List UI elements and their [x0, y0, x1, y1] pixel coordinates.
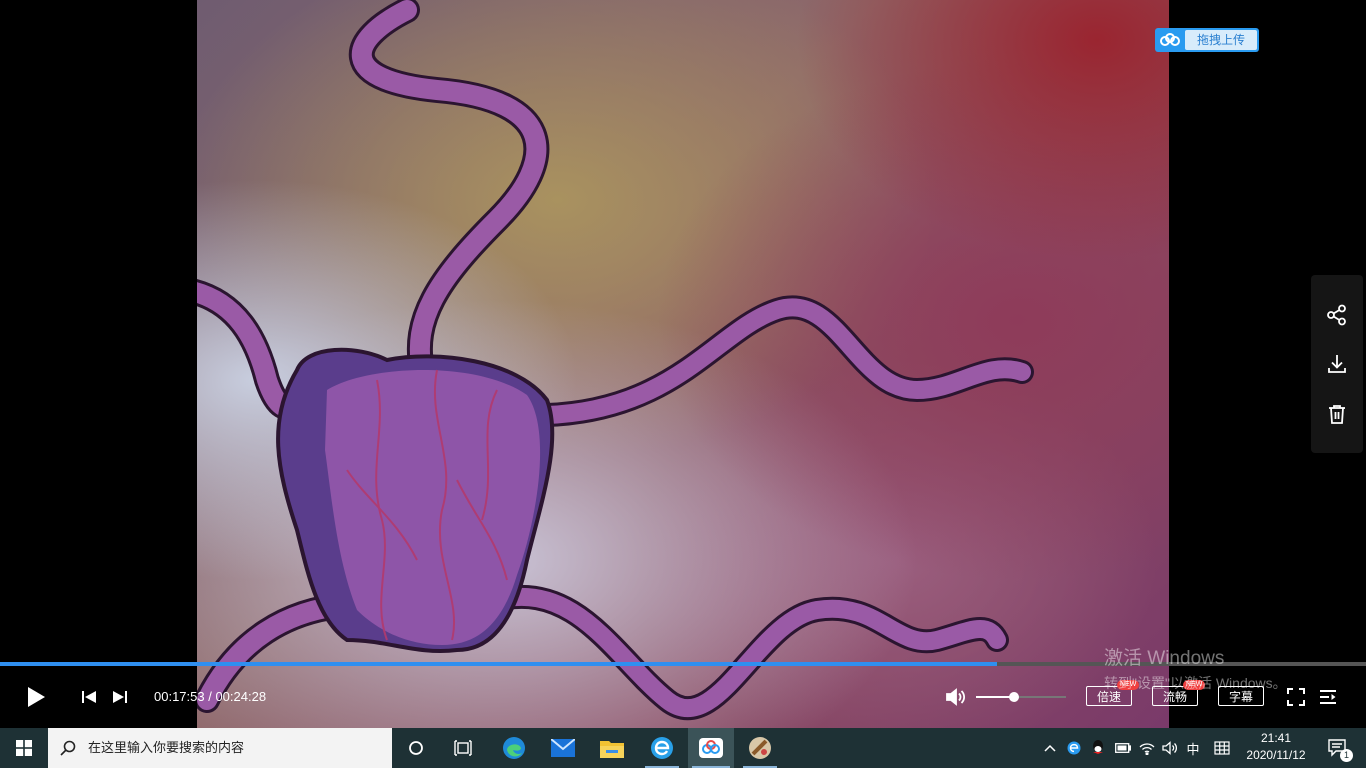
play-icon — [28, 687, 45, 707]
show-hidden-icons-button[interactable] — [1040, 728, 1060, 768]
notification-count: 1 — [1340, 749, 1353, 762]
time-separator: / — [204, 689, 216, 704]
play-button[interactable] — [22, 682, 50, 712]
mail-icon — [551, 739, 575, 757]
file-explorer-app[interactable] — [592, 728, 632, 768]
search-icon — [60, 740, 76, 756]
app-icon — [749, 737, 771, 759]
share-button[interactable] — [1311, 295, 1363, 335]
quality-new-badge: NEW — [1183, 680, 1206, 690]
edge-icon — [503, 737, 525, 759]
tray-wifi-button[interactable] — [1136, 728, 1158, 768]
ie-icon — [651, 737, 673, 759]
volume-button[interactable] — [944, 685, 968, 709]
volume-slider[interactable] — [976, 692, 1066, 702]
drag-upload-label: 拖拽上传 — [1185, 30, 1257, 50]
keyboard-grid-icon — [1214, 741, 1230, 755]
start-button[interactable] — [0, 728, 48, 768]
media-app[interactable] — [739, 728, 781, 768]
video-content — [197, 0, 1034, 720]
speed-new-badge: NEW — [1117, 680, 1140, 690]
tray-battery-button[interactable] — [1112, 728, 1134, 768]
cortana-button[interactable] — [396, 728, 436, 768]
next-button[interactable] — [109, 686, 131, 708]
playlist-button[interactable] — [1316, 685, 1340, 709]
ie-app[interactable] — [641, 728, 683, 768]
wifi-icon — [1139, 743, 1155, 755]
action-center-button[interactable]: 1 — [1318, 728, 1358, 768]
battery-icon — [1115, 743, 1131, 753]
playback-time: 00:17:53 / 00:24:28 — [154, 689, 266, 705]
share-icon — [1327, 304, 1346, 326]
baidu-netdisk-app[interactable] — [688, 728, 734, 768]
speaker-icon — [1162, 741, 1178, 755]
control-bar: 00:17:53 / 00:24:28 倍速 NEW 流畅 NEW 字幕 — [0, 666, 1366, 728]
side-action-panel — [1311, 275, 1363, 453]
ime-layout-button[interactable] — [1210, 728, 1234, 768]
search-placeholder: 在这里输入你要搜索的内容 — [88, 740, 245, 755]
mail-app[interactable] — [543, 728, 583, 768]
subtitle-button[interactable]: 字幕 — [1218, 686, 1264, 706]
clock-date: 2020/11/12 — [1246, 748, 1306, 762]
download-icon — [1328, 355, 1346, 373]
playlist-icon — [1320, 690, 1336, 704]
video-frame[interactable] — [197, 0, 1169, 728]
baidu-netdisk-icon — [699, 738, 723, 758]
taskbar-search-box[interactable]: 在这里输入你要搜索的内容 — [48, 728, 392, 768]
ime-mode-indicator[interactable]: 中 — [1182, 728, 1204, 768]
file-explorer-icon — [600, 741, 624, 758]
volume-icon — [946, 688, 966, 706]
total-time: 00:24:28 — [215, 689, 267, 704]
tray-volume-button[interactable] — [1159, 728, 1181, 768]
volume-knob[interactable] — [1008, 692, 1019, 702]
qq-icon — [1093, 740, 1103, 754]
tray-qq-button[interactable] — [1087, 728, 1109, 768]
trash-icon — [1329, 405, 1345, 424]
baidu-cloud-icon — [1155, 28, 1185, 52]
drag-upload-button[interactable]: 拖拽上传 — [1155, 28, 1259, 52]
clock-time: 21:41 — [1260, 731, 1292, 745]
skip-next-icon — [113, 691, 127, 703]
windows-icon — [16, 740, 32, 756]
fullscreen-icon — [1287, 688, 1305, 706]
tray-browser-icon — [1067, 741, 1081, 755]
task-view-button[interactable] — [443, 728, 483, 768]
fullscreen-button[interactable] — [1284, 685, 1308, 709]
chevron-up-icon — [1044, 744, 1056, 752]
download-button[interactable] — [1311, 344, 1363, 384]
video-player[interactable]: 拖拽上传 00:17:53 / 00:24:28 倍速 NEW 流畅 NEW 字… — [0, 0, 1366, 728]
delete-button[interactable] — [1311, 394, 1363, 434]
skip-previous-icon — [82, 691, 96, 703]
edge-app[interactable] — [494, 728, 534, 768]
task-view-icon — [454, 740, 472, 756]
previous-button[interactable] — [78, 686, 100, 708]
tray-browser-icon-button[interactable] — [1064, 728, 1084, 768]
taskbar-clock[interactable]: 21:41 2020/11/12 — [1238, 730, 1314, 766]
current-time: 00:17:53 — [154, 689, 205, 704]
taskbar: 在这里输入你要搜索的内容 中 21:41 2020/11/12 1 — [0, 728, 1366, 768]
cortana-icon — [409, 741, 423, 755]
